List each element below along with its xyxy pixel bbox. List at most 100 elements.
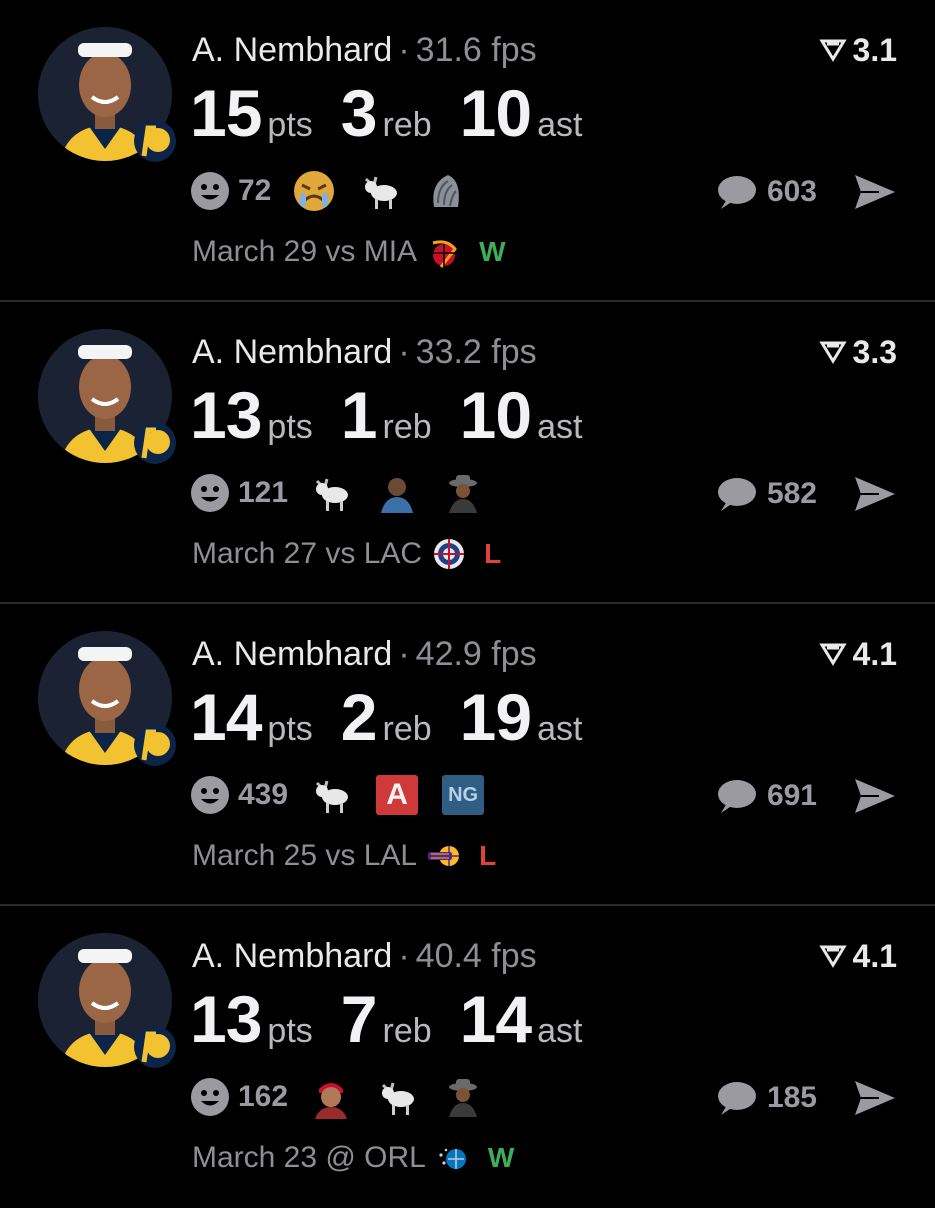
player-name[interactable]: A. Nembhard (192, 333, 392, 371)
rebounds-stat: 3 reb (341, 76, 432, 150)
comments-button[interactable]: 603 (715, 170, 817, 214)
pacers-logo (134, 120, 176, 162)
rating-score[interactable]: 4.1 (818, 634, 897, 674)
fantasy-points: 40.4 fps (415, 937, 537, 975)
lakers-logo (428, 846, 460, 866)
rebounds-label: reb (382, 106, 432, 144)
goat-emoji[interactable] (357, 168, 403, 214)
rebounds-value: 1 (340, 378, 378, 452)
rating-value: 4.1 (852, 636, 897, 672)
comment-count: 185 (766, 1081, 817, 1114)
comment-icon (717, 780, 756, 813)
separator-dot: · (398, 333, 410, 371)
ng-badge-label: NG (442, 775, 485, 815)
cowboy-avatar-emoji[interactable] (440, 1074, 486, 1120)
reaction-count: 121 (238, 476, 289, 509)
post-card[interactable]: A. Nembhard · 40.4 fps 4.1 13 pts 7 reb 14 as… (0, 906, 935, 1208)
assists-value: 10 (459, 76, 532, 150)
player-avatar-emoji[interactable] (374, 470, 420, 516)
rebounds-value: 2 (340, 680, 378, 754)
assists-label: ast (537, 710, 583, 748)
comment-icon (717, 1082, 756, 1115)
rebounds-stat: 7 reb (341, 982, 432, 1056)
stat-line: 15 pts 3 reb 10 ast (190, 76, 610, 150)
game-info: March 27 vs LAC L (192, 534, 501, 574)
rating-value: 3.1 (852, 32, 897, 68)
reactions-bar: 72 (190, 166, 489, 216)
player-avatar-emoji[interactable] (308, 1074, 354, 1120)
game-date-opponent: March 23 @ ORL (192, 1141, 426, 1174)
comment-icon (717, 478, 756, 511)
assists-value: 19 (459, 680, 532, 754)
pacers-logo (134, 422, 176, 464)
game-result: L (479, 840, 497, 871)
points-stat: 15 pts (190, 76, 313, 150)
separator-dot: · (398, 635, 410, 673)
share-icon[interactable] (853, 474, 897, 514)
a-badge-label: A (376, 775, 419, 815)
assists-value: 10 (459, 378, 532, 452)
cowboy-avatar-emoji[interactable] (440, 470, 486, 516)
game-info: March 23 @ ORL W (192, 1138, 514, 1178)
post-card[interactable]: A. Nembhard · 42.9 fps 4.1 14 pts 2 reb 19 as… (0, 604, 935, 906)
rebounds-label: reb (382, 408, 432, 446)
game-info: March 25 vs LAL L (192, 836, 496, 876)
comments-button[interactable]: 582 (715, 472, 817, 516)
separator-dot: · (398, 937, 410, 975)
assists-label: ast (537, 408, 583, 446)
post-card[interactable]: A. Nembhard · 31.6 fps 3.1 15 pts 3 reb 10 as… (0, 0, 935, 302)
reaction-count: 162 (238, 1080, 289, 1113)
rating-score[interactable]: 3.3 (818, 332, 897, 372)
smiley-reaction-icon[interactable] (190, 171, 230, 211)
post-header: A. Nembhard · 40.4 fps (192, 936, 537, 976)
comments-button[interactable]: 691 (715, 774, 817, 818)
assists-stat: 10 ast (460, 378, 583, 452)
smiley-reaction-icon[interactable] (190, 1077, 230, 1117)
share-icon[interactable] (853, 776, 897, 816)
points-value: 13 (190, 982, 262, 1056)
rebounds-stat: 1 reb (341, 378, 432, 452)
smiley-reaction-icon[interactable] (190, 775, 230, 815)
post-header: A. Nembhard · 33.2 fps (192, 332, 537, 372)
comment-count: 582 (766, 477, 817, 510)
player-name[interactable]: A. Nembhard (192, 31, 392, 69)
goat-emoji[interactable] (308, 470, 354, 516)
post-header: A. Nembhard · 42.9 fps (192, 634, 537, 674)
player-name[interactable]: A. Nembhard (192, 635, 392, 673)
points-label: pts (267, 106, 313, 144)
shell-emoji[interactable] (423, 168, 469, 214)
share-icon[interactable] (853, 172, 897, 212)
rating-score[interactable]: 3.1 (818, 30, 897, 70)
points-value: 15 (190, 76, 262, 150)
goat-emoji[interactable] (308, 772, 354, 818)
assists-value: 14 (459, 982, 532, 1056)
rebounds-stat: 2 reb (341, 680, 432, 754)
smiley-reaction-icon[interactable] (190, 473, 230, 513)
rebounds-label: reb (382, 710, 432, 748)
comment-count: 603 (766, 175, 817, 208)
player-name[interactable]: A. Nembhard (192, 937, 392, 975)
points-stat: 13 pts (190, 378, 313, 452)
comment-icon (717, 176, 756, 209)
magic-logo (439, 1148, 466, 1169)
clippers-logo (434, 539, 465, 569)
points-stat: 13 pts (190, 982, 313, 1056)
crying-face-emoji[interactable] (291, 168, 337, 214)
post-card[interactable]: A. Nembhard · 33.2 fps 3.3 13 pts 1 reb 10 as… (0, 302, 935, 604)
assists-label: ast (537, 106, 583, 144)
rating-score[interactable]: 4.1 (818, 936, 897, 976)
post-feed: A. Nembhard · 31.6 fps 3.1 15 pts 3 reb 10 as… (0, 0, 935, 1200)
stat-line: 13 pts 7 reb 14 ast (190, 982, 610, 1056)
separator-dot: · (398, 31, 410, 69)
rebounds-label: reb (382, 1012, 432, 1050)
share-icon[interactable] (853, 1078, 897, 1118)
comments-button[interactable]: 185 (715, 1076, 817, 1120)
points-stat: 14 pts (190, 680, 313, 754)
assists-label: ast (537, 1012, 583, 1050)
rating-icon (818, 643, 847, 666)
game-date-opponent: March 29 vs MIA (192, 235, 418, 268)
points-label: pts (267, 710, 313, 748)
goat-emoji[interactable] (374, 1074, 420, 1120)
ng-badge-emoji[interactable]: NG (440, 772, 486, 818)
a-badge-emoji[interactable]: A (374, 772, 420, 818)
